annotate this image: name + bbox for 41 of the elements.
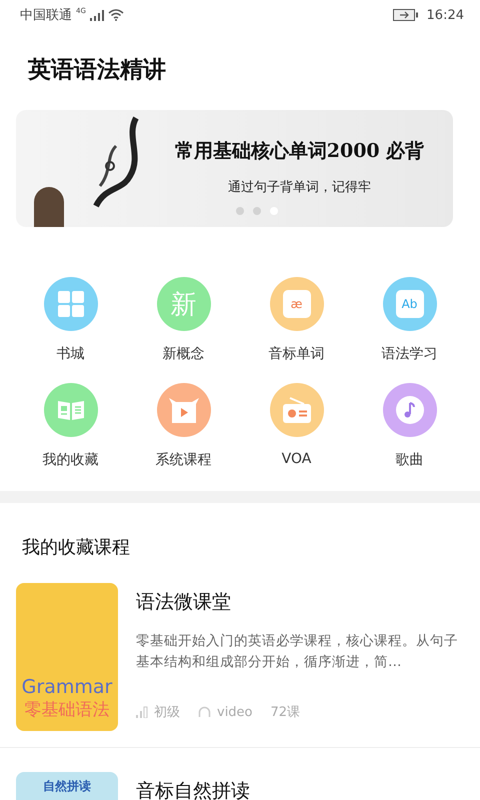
wifi-icon — [108, 9, 124, 21]
video-icon — [168, 397, 198, 423]
shortcut-button[interactable]: 书城 — [14, 277, 127, 363]
book-icon — [56, 399, 84, 421]
signal-icon — [90, 10, 104, 20]
radio-icon — [282, 396, 312, 424]
course-description: 零基础开始入门的英语必学课程，核心课程。从句子基本结构和组成部分开始，循序渐进，简… — [136, 632, 459, 672]
music-disc-icon — [394, 395, 424, 425]
promo-banner[interactable]: 常用基础核心单词2000 必背 通过句子背单词，记得牢 — [16, 110, 453, 227]
course-level: 初级 — [154, 704, 180, 721]
person-silhouette — [34, 187, 64, 227]
carrier-name: 中国联通 — [20, 7, 72, 24]
level-bars-icon — [136, 706, 148, 718]
shortcut-button[interactable]: 新 新概念 — [127, 277, 240, 363]
shortcut-button[interactable]: VOA — [240, 383, 353, 469]
carousel-dot[interactable] — [253, 207, 261, 215]
shortcut-button[interactable]: Ab 语法学习 — [353, 277, 466, 363]
cover-text: 零基础语法 — [24, 699, 110, 721]
shortcut-button[interactable]: 歌曲 — [353, 383, 466, 469]
shortcut-button[interactable]: æ 音标单词 — [240, 277, 353, 363]
banner-headline: 常用基础核心单词2000 必背 — [174, 139, 424, 164]
carousel-dot[interactable] — [236, 207, 244, 215]
cover-text: Grammar — [22, 676, 112, 698]
course-title[interactable]: 音标自然拼读 — [136, 778, 464, 800]
section-title: 我的收藏课程 — [21, 536, 131, 559]
headphones-icon — [198, 706, 211, 718]
course-media: video — [217, 704, 253, 720]
letter-tile-icon: Ab — [396, 290, 424, 318]
letter-tile-icon: æ — [282, 290, 310, 318]
clock-time: 16:24 — [426, 8, 464, 22]
grid-icon — [58, 291, 84, 317]
course-cover[interactable]: 自然拼读 — [16, 772, 118, 800]
page-title: 英语语法精讲 — [26, 56, 167, 85]
shortcut-button[interactable]: 系统课程 — [127, 383, 240, 469]
shortcut-button[interactable]: 我的收藏 — [14, 383, 127, 469]
course-title[interactable]: 语法微课堂 — [136, 589, 464, 615]
banner-subtitle: 通过句子背单词，记得牢 — [228, 179, 371, 196]
lesson-count: 72课 — [270, 704, 300, 721]
battery-charging-icon — [392, 9, 419, 21]
cover-text: 自然拼读 — [43, 778, 91, 795]
glyph-icon: 新 — [170, 286, 196, 322]
